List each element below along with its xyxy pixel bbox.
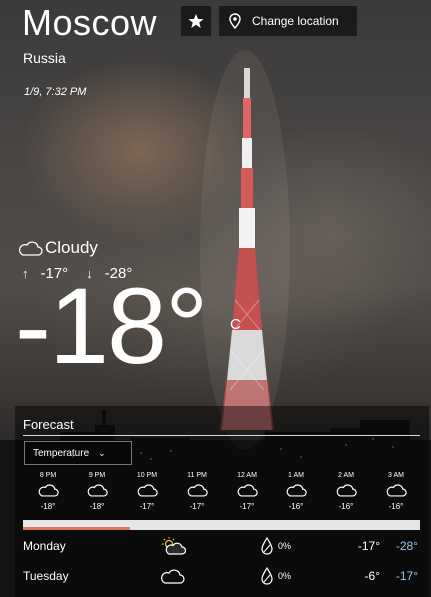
cloud-icon bbox=[237, 484, 258, 497]
hour-temp: -16° bbox=[288, 502, 304, 511]
hour-item[interactable]: 12 AM -17° bbox=[222, 470, 272, 511]
precipitation: 0% bbox=[278, 541, 292, 551]
hour-temp: -17° bbox=[239, 502, 255, 511]
forecast-title: Forecast bbox=[23, 417, 74, 432]
current-condition: Cloudy bbox=[17, 238, 98, 258]
hour-item[interactable]: 8 PM -18° bbox=[23, 470, 73, 511]
dropdown-value: Temperature bbox=[33, 447, 90, 459]
raindrop-icon bbox=[261, 566, 273, 585]
day-low: -28° bbox=[395, 539, 418, 553]
hour-time: 10 PM bbox=[136, 472, 158, 479]
hour-item[interactable]: 9 PM -18° bbox=[72, 470, 122, 511]
cloud-icon bbox=[137, 484, 158, 497]
hour-item[interactable]: 2 AM -16° bbox=[321, 470, 371, 511]
change-location-button[interactable]: Change location bbox=[219, 6, 357, 36]
daily-row[interactable]: Monday 0% -17° -28° bbox=[23, 536, 420, 556]
hour-time: 11 PM bbox=[187, 472, 207, 479]
daily-row[interactable]: Tuesday 0% -6° -17° bbox=[23, 566, 420, 586]
cloud-icon bbox=[38, 484, 59, 497]
hour-temp: -17° bbox=[189, 502, 205, 511]
raindrop-icon bbox=[261, 536, 273, 555]
city-name: Moscow bbox=[22, 2, 158, 43]
map-pin-icon bbox=[229, 13, 241, 29]
cloud-icon bbox=[187, 484, 208, 497]
temperature-unit: C bbox=[230, 316, 241, 333]
day-high: -6° bbox=[364, 569, 380, 583]
precipitation: 0% bbox=[278, 571, 292, 581]
hour-temp: -17° bbox=[139, 502, 155, 511]
hour-time: 12 AM bbox=[237, 472, 257, 479]
day-name: Monday bbox=[23, 539, 66, 553]
cloud-icon bbox=[87, 484, 108, 497]
condition-label: Cloudy bbox=[45, 238, 98, 257]
change-location-label: Change location bbox=[252, 14, 339, 28]
day-low: -17° bbox=[395, 569, 418, 583]
cloud-icon bbox=[161, 569, 185, 584]
hourly-forecast: 8 PM -18° 9 PM -18° 10 PM -17° 11 PM -17… bbox=[23, 470, 421, 516]
favorite-button[interactable] bbox=[181, 6, 211, 36]
forecast-panel: Forecast Temperature ⌄ 8 PM -18° 9 PM -1… bbox=[15, 406, 429, 597]
star-icon bbox=[188, 14, 204, 28]
hour-temp: -16° bbox=[338, 502, 354, 511]
hour-time: 9 PM bbox=[88, 472, 106, 479]
cloud-icon bbox=[386, 484, 407, 497]
chevron-down-icon: ⌄ bbox=[98, 447, 106, 458]
country-name: Russia bbox=[23, 50, 66, 66]
hourly-progress-fill bbox=[23, 527, 131, 530]
divider bbox=[23, 435, 420, 436]
current-temperature: -18° bbox=[15, 265, 208, 386]
hour-temp: -16° bbox=[388, 502, 404, 511]
hour-item[interactable]: 10 PM -17° bbox=[122, 470, 172, 511]
hour-time: 1 AM bbox=[288, 472, 304, 479]
hour-temp: -18° bbox=[89, 502, 105, 511]
hour-time: 2 AM bbox=[338, 472, 354, 479]
day-high: -17° bbox=[357, 539, 380, 553]
forecast-metric-dropdown[interactable]: Temperature ⌄ bbox=[24, 441, 132, 465]
day-name: Tuesday bbox=[23, 569, 69, 583]
cloud-icon bbox=[19, 241, 43, 256]
hour-time: 3 AM bbox=[388, 472, 404, 479]
hour-temp: -18° bbox=[40, 502, 56, 511]
cloud-icon bbox=[286, 484, 307, 497]
hour-item[interactable]: 1 AM -16° bbox=[271, 470, 321, 511]
hour-item[interactable]: 3 AM -16° bbox=[371, 470, 421, 511]
hour-time: 8 PM bbox=[39, 472, 57, 479]
partly-sunny-icon bbox=[162, 537, 186, 555]
local-datetime: 1/9, 7:32 PM bbox=[24, 86, 87, 98]
hour-item[interactable]: 11 PM -17° bbox=[172, 470, 222, 511]
hourly-scroll-bar[interactable] bbox=[23, 520, 420, 530]
cloud-icon bbox=[336, 484, 357, 497]
